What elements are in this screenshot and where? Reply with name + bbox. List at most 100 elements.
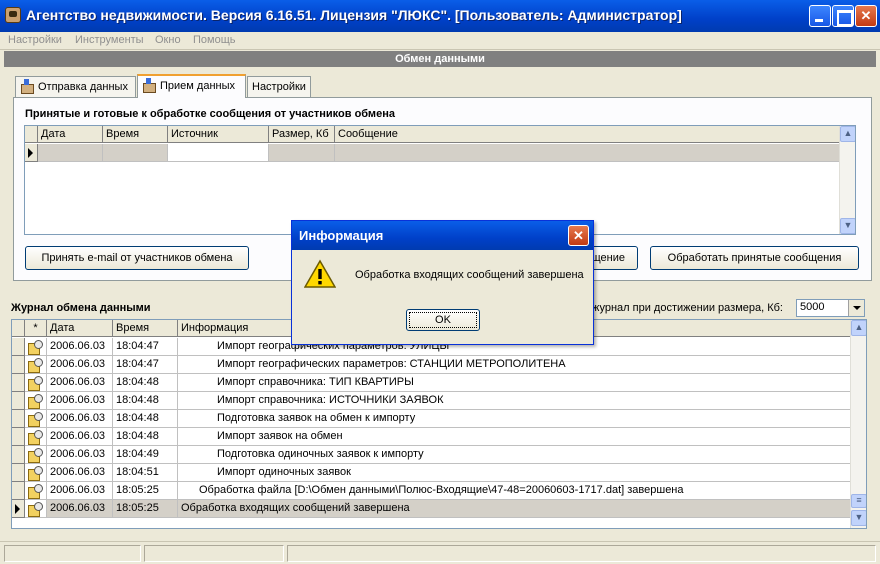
table-row[interactable]: 2006.06.03 18:05:25 Обработка входящих соо… xyxy=(12,500,851,518)
column-header[interactable]: Размер, Кб xyxy=(269,126,335,143)
table-cell[interactable]: 2006.06.03 xyxy=(47,338,113,356)
tab-label: Настройки xyxy=(252,81,306,93)
column-header[interactable]: * xyxy=(25,320,47,337)
table-row[interactable]: 2006.06.03 18:04:49 Подготовка одиночных з… xyxy=(12,446,851,464)
table-cell[interactable] xyxy=(168,144,269,162)
log-title: Журнал обмена данными xyxy=(11,302,151,314)
receive-email-button[interactable]: Принять e-mail от участников обмена xyxy=(25,246,249,270)
indicator-header xyxy=(25,126,38,143)
table-cell[interactable] xyxy=(103,144,168,162)
table-cell[interactable]: 18:05:25 xyxy=(113,482,178,500)
table-row[interactable]: 2006.06.03 18:04:48 Подготовка заявок на о… xyxy=(12,410,851,428)
table-cell[interactable]: 18:05:25 xyxy=(113,500,178,518)
menu-help[interactable]: Помощь xyxy=(193,34,236,46)
panel-title: Обмен данными xyxy=(4,51,876,67)
table-row[interactable]: 2006.06.03 18:04:51 Импорт одиночных заяво… xyxy=(12,464,851,482)
table-cell xyxy=(25,356,47,374)
scroll-thumb[interactable]: ≡ xyxy=(851,494,866,508)
table-row[interactable]: 2006.06.03 18:04:48 Импорт справочника: ТИ… xyxy=(12,374,851,392)
table-row[interactable]: 2006.06.03 18:04:48 Импорт заявок на обмен xyxy=(12,428,851,446)
status-panel xyxy=(4,545,141,562)
tab-send-data[interactable]: Отправка данных xyxy=(15,76,136,98)
table-cell xyxy=(25,374,47,392)
table-cell[interactable]: 2006.06.03 xyxy=(47,464,113,482)
menu-tools[interactable]: Инструменты xyxy=(75,34,144,46)
menu-bar: Настройки Инструменты Окно Помощь xyxy=(0,32,880,50)
table-cell[interactable]: 2006.06.03 xyxy=(47,392,113,410)
table-cell[interactable]: 18:04:48 xyxy=(113,428,178,446)
status-bar xyxy=(0,541,880,564)
process-messages-button[interactable]: Обработать принятые сообщения xyxy=(650,246,859,270)
table-cell[interactable]: 2006.06.03 xyxy=(47,500,113,518)
column-header[interactable]: Дата xyxy=(38,126,103,143)
inbox-scrollbar[interactable]: ▲ ▼ xyxy=(839,126,855,234)
log-size-combo[interactable]: 5000 xyxy=(796,299,865,317)
table-cell[interactable]: Обработка файла [D:\Обмен данными\Полюс-… xyxy=(178,482,851,500)
table-row[interactable]: 2006.06.03 18:04:47 Импорт географических … xyxy=(12,356,851,374)
tab-receive-data[interactable]: Прием данных xyxy=(137,74,246,98)
warning-icon xyxy=(304,259,336,288)
table-cell[interactable] xyxy=(269,144,335,162)
dialog-message: Обработка входящих сообщений завершена xyxy=(355,269,584,281)
table-row[interactable]: 2006.06.03 18:05:25 Обработка файла [D:\Об… xyxy=(12,482,851,500)
menu-window[interactable]: Окно xyxy=(155,34,181,46)
row-indicator xyxy=(12,500,25,518)
row-indicator xyxy=(12,374,25,392)
row-indicator xyxy=(12,464,25,482)
minimize-button[interactable] xyxy=(809,5,831,27)
table-cell[interactable]: 2006.06.03 xyxy=(47,410,113,428)
table-cell[interactable]: 2006.06.03 xyxy=(47,446,113,464)
dialog-title-bar: Информация ✕ xyxy=(292,221,593,250)
menu-settings[interactable]: Настройки xyxy=(8,34,62,46)
indicator-header xyxy=(12,320,25,337)
table-cell[interactable]: 18:04:47 xyxy=(113,356,178,374)
close-button[interactable]: ✕ xyxy=(855,5,877,27)
status-panel xyxy=(287,545,876,562)
table-cell xyxy=(25,338,47,356)
log-entry-icon xyxy=(28,358,43,373)
scroll-up-icon[interactable]: ▲ xyxy=(840,126,855,142)
table-cell[interactable]: 18:04:48 xyxy=(113,410,178,428)
table-cell[interactable]: Импорт заявок на обмен xyxy=(178,428,851,446)
column-header[interactable]: Источник xyxy=(168,126,269,143)
scroll-down-icon[interactable]: ▼ xyxy=(840,218,855,234)
table-row[interactable] xyxy=(25,144,840,162)
table-cell[interactable]: 2006.06.03 xyxy=(47,356,113,374)
column-header[interactable]: Время xyxy=(103,126,168,143)
ok-button[interactable]: OK xyxy=(406,309,480,331)
chevron-down-icon[interactable] xyxy=(848,300,864,316)
row-indicator xyxy=(25,144,38,162)
table-cell[interactable]: Обработка входящих сообщений завершена xyxy=(178,500,851,518)
scroll-up-icon[interactable]: ▲ xyxy=(851,320,866,336)
table-cell[interactable]: Импорт справочника: ИСТОЧНИКИ ЗАЯВОК xyxy=(178,392,851,410)
table-cell[interactable]: Импорт одиночных заявок xyxy=(178,464,851,482)
table-cell[interactable] xyxy=(335,144,840,162)
dialog-close-button[interactable]: ✕ xyxy=(568,225,589,246)
tab-settings[interactable]: Настройки xyxy=(247,76,311,98)
inbox-grid[interactable]: Дата Время Источник Размер, Кб Сообщение… xyxy=(24,125,856,235)
column-header[interactable]: Сообщение xyxy=(335,126,840,143)
table-cell[interactable]: 2006.06.03 xyxy=(47,428,113,446)
column-header[interactable]: Дата xyxy=(47,320,113,337)
table-cell[interactable]: 18:04:47 xyxy=(113,338,178,356)
table-cell[interactable]: 18:04:48 xyxy=(113,374,178,392)
log-grid[interactable]: * Дата Время Информация 2006.06.03 18:04:… xyxy=(11,319,867,529)
table-cell xyxy=(25,482,47,500)
inbox-title: Принятые и готовые к обработке сообщения… xyxy=(25,108,395,120)
table-cell[interactable] xyxy=(38,144,103,162)
column-header[interactable]: Время xyxy=(113,320,178,337)
table-cell[interactable]: Подготовка одиночных заявок к импорту xyxy=(178,446,851,464)
table-cell[interactable]: 18:04:48 xyxy=(113,392,178,410)
table-cell[interactable]: 18:04:51 xyxy=(113,464,178,482)
maximize-button[interactable] xyxy=(832,5,854,27)
table-cell[interactable]: Подготовка заявок на обмен к импорту xyxy=(178,410,851,428)
log-scrollbar[interactable]: ▲ ≡ ▼ xyxy=(850,320,866,528)
table-cell[interactable]: Импорт географических параметров: СТАНЦИ… xyxy=(178,356,851,374)
table-cell[interactable]: 2006.06.03 xyxy=(47,374,113,392)
table-cell[interactable]: 2006.06.03 xyxy=(47,482,113,500)
table-cell[interactable]: 18:04:49 xyxy=(113,446,178,464)
row-indicator xyxy=(12,428,25,446)
scroll-down-icon[interactable]: ▼ xyxy=(851,510,866,526)
table-row[interactable]: 2006.06.03 18:04:48 Импорт справочника: ИС… xyxy=(12,392,851,410)
table-cell[interactable]: Импорт справочника: ТИП КВАРТИРЫ xyxy=(178,374,851,392)
